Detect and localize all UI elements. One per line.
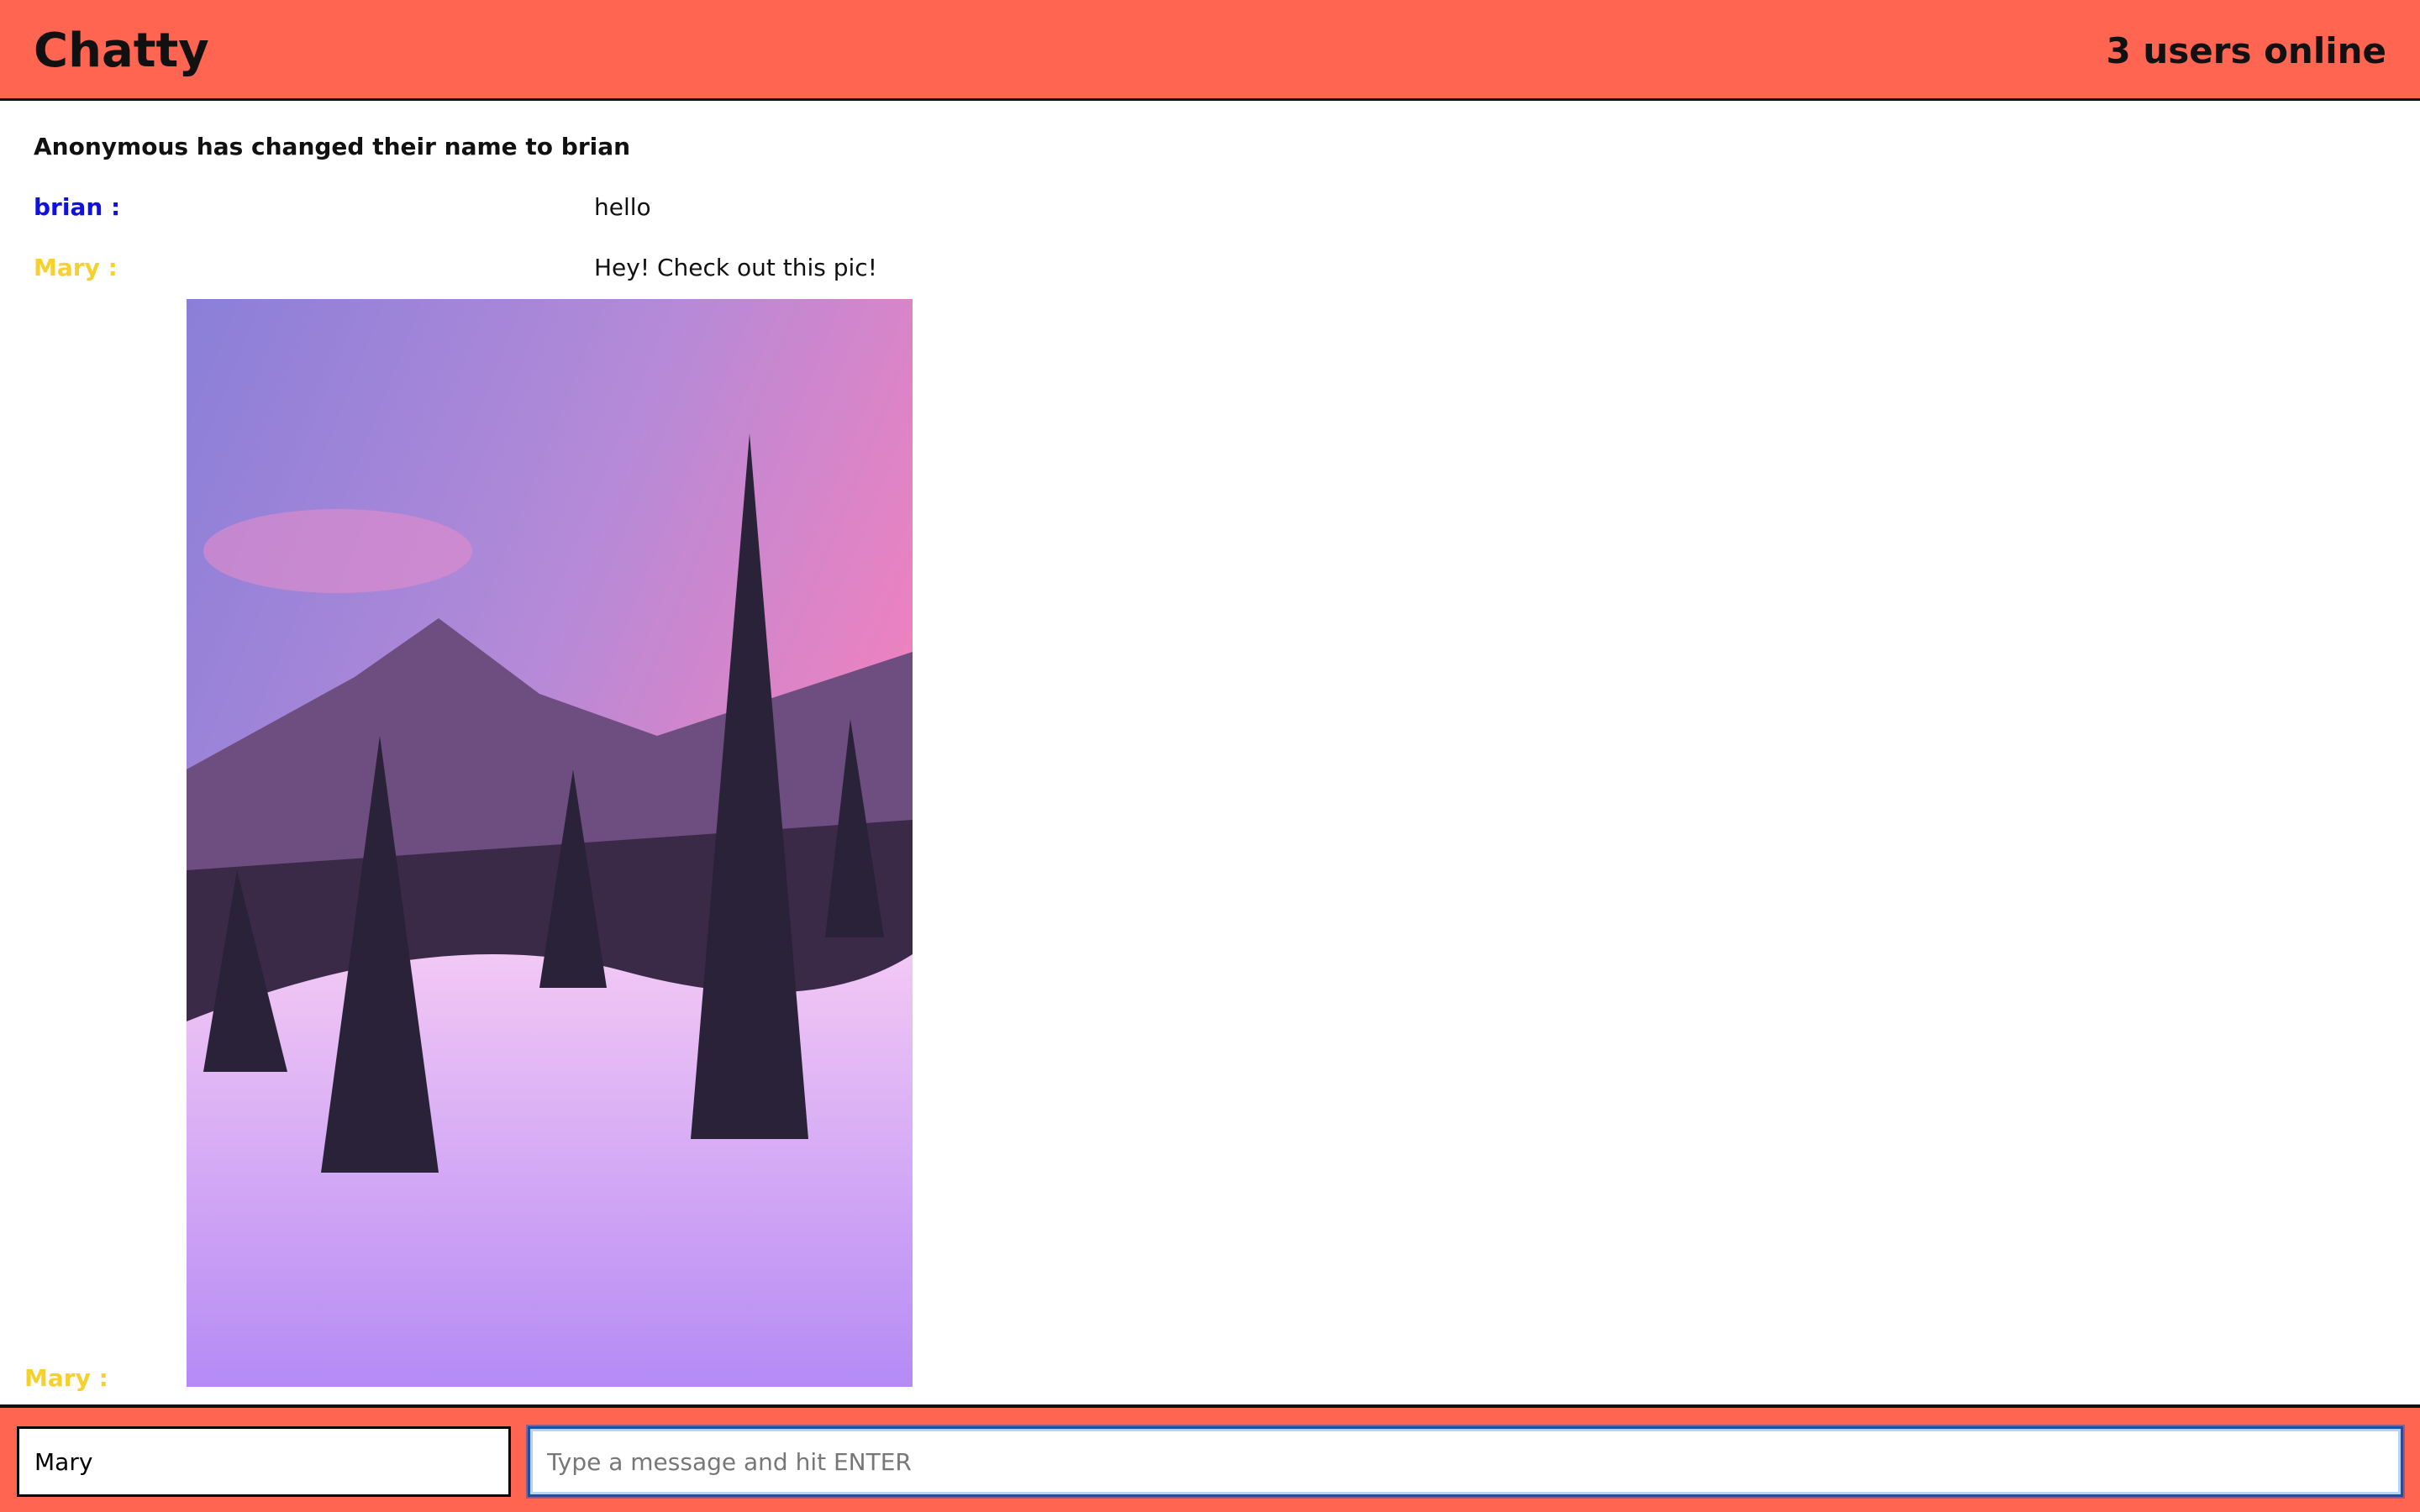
shared-image bbox=[187, 299, 913, 1387]
message-text: Hey! Check out this pic! bbox=[594, 254, 877, 281]
message-username: Mary : bbox=[34, 254, 118, 281]
message-input[interactable] bbox=[528, 1426, 2403, 1497]
system-notice: Anonymous has changed their name to bria… bbox=[34, 133, 631, 160]
message-text: hello bbox=[594, 193, 651, 221]
chat-footer bbox=[0, 1404, 2420, 1512]
message-username: Mary : bbox=[24, 1364, 108, 1392]
app-title: Chatty bbox=[34, 24, 209, 78]
message-username: brian : bbox=[34, 193, 121, 221]
username-input[interactable] bbox=[17, 1426, 511, 1497]
app-header: Chatty 3 users online bbox=[0, 0, 2420, 101]
users-online-count: 3 users online bbox=[2106, 30, 2387, 71]
